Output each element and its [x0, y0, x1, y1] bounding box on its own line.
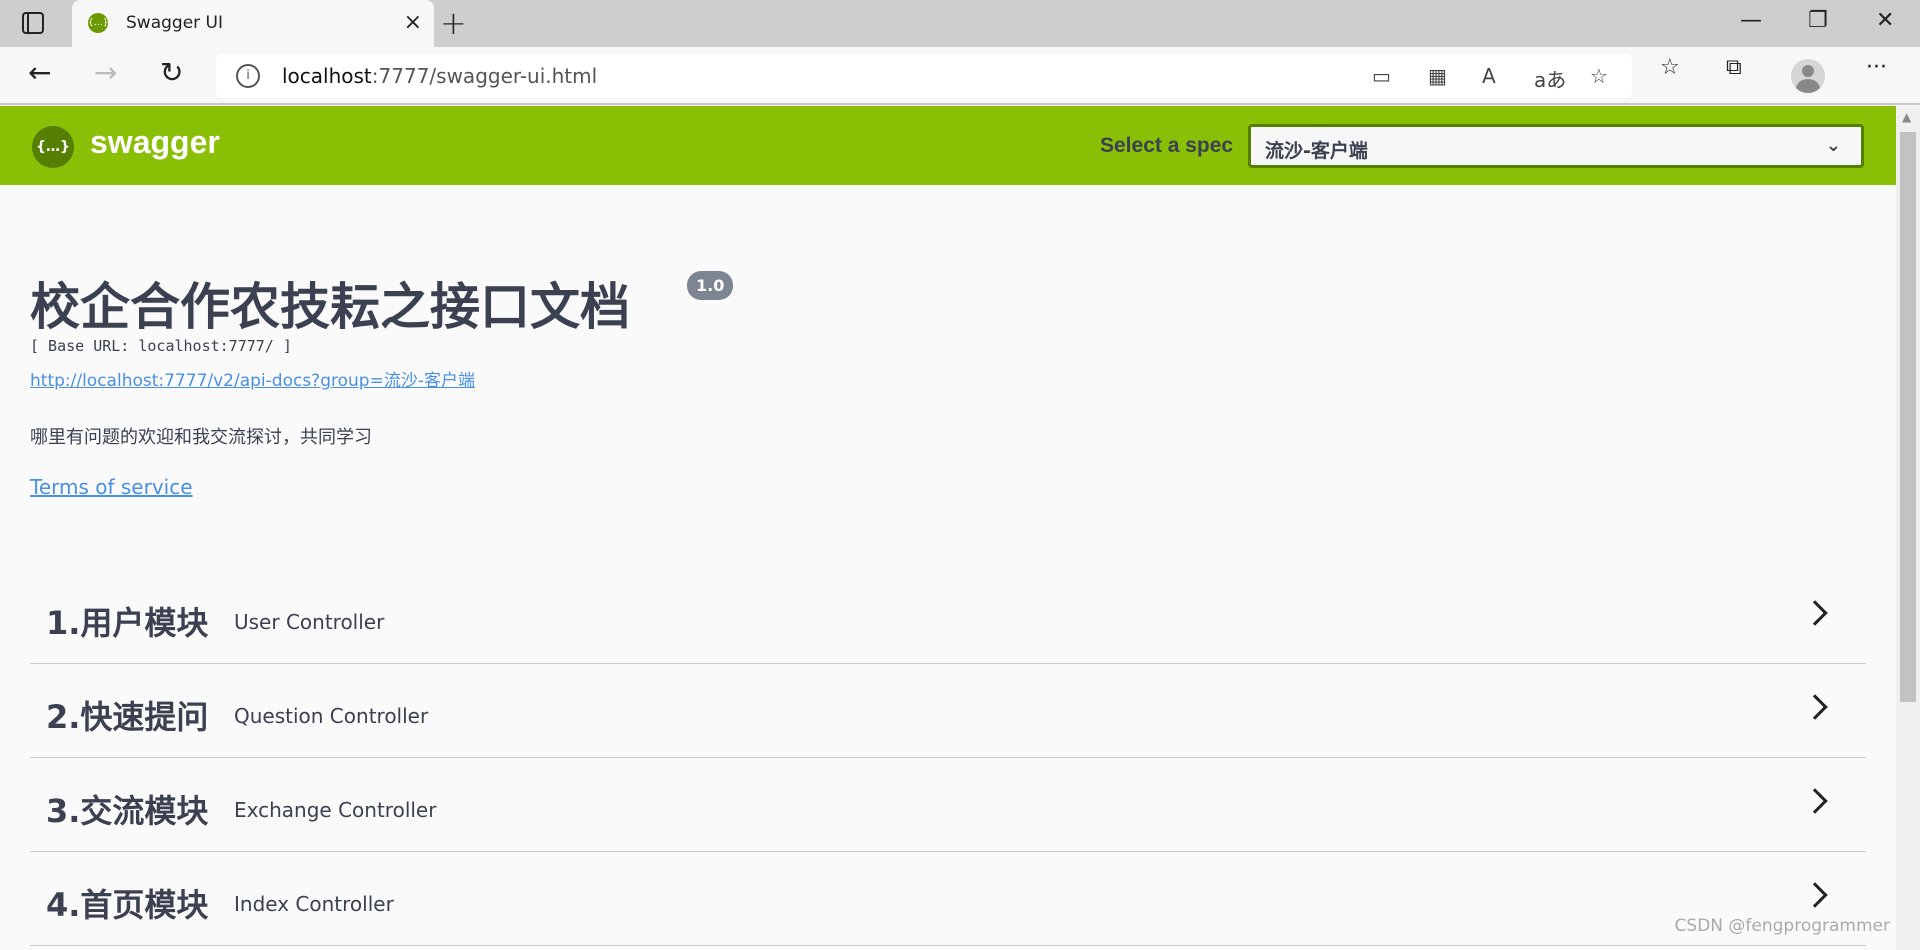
browser-tab-bar: {…} Swagger UI × + — ❐ ✕ [0, 0, 1920, 47]
tag-description: User Controller [234, 610, 385, 634]
chevron-right-icon[interactable] [1802, 882, 1828, 908]
base-url: [ Base URL: localhost:7777/ ] [30, 337, 292, 355]
chevron-right-icon[interactable] [1802, 694, 1828, 720]
tag-name: 1.用户模块 [46, 604, 209, 642]
translate-icon[interactable]: aあ [1534, 64, 1566, 93]
browser-tab[interactable]: {…} Swagger UI × [72, 0, 434, 47]
swagger-favicon-icon: {…} [88, 13, 108, 33]
select-spec-label: Select a spec [1100, 134, 1234, 157]
chevron-down-icon: ⌄ [1825, 135, 1841, 156]
version-badge: 1.0 [687, 271, 734, 300]
terms-of-service-link[interactable]: Terms of service [30, 475, 193, 499]
tag-section-question[interactable]: 2.快速提问 Question Controller [30, 664, 1866, 758]
swagger-topbar: {…} swagger Select a spec 流沙-客户端 ⌄ [0, 106, 1896, 185]
chevron-right-icon[interactable] [1802, 788, 1828, 814]
tag-description: Index Controller [234, 892, 394, 916]
site-info-icon[interactable]: i [236, 64, 260, 88]
window-close-icon[interactable]: ✕ [1876, 8, 1894, 33]
tag-name: 2.快速提问 [46, 698, 209, 736]
api-description: 哪里有问题的欢迎和我交流探讨，共同学习 [30, 427, 372, 448]
close-tab-icon[interactable]: × [404, 10, 422, 35]
tag-section-user[interactable]: 1.用户模块 User Controller [30, 570, 1866, 664]
reload-icon[interactable]: ↻ [160, 56, 183, 89]
qr-code-icon[interactable]: ▦ [1428, 64, 1447, 88]
tab-title: Swagger UI [126, 13, 224, 33]
spec-select[interactable]: 流沙-客户端 ⌄ [1248, 124, 1864, 168]
url-text: localhost:7777/swagger-ui.html [282, 64, 598, 88]
chevron-right-icon[interactable] [1802, 600, 1828, 626]
address-bar-row: ← → ↻ i localhost:7777/swagger-ui.html ▭… [0, 47, 1920, 105]
back-icon[interactable]: ← [28, 56, 51, 89]
favorites-icon[interactable]: ☆ [1660, 55, 1680, 80]
watermark: CSDN @fengprogrammer [1674, 916, 1890, 936]
app-available-icon[interactable]: ▭ [1372, 64, 1391, 88]
page-scrollbar[interactable]: ▲ [1896, 106, 1920, 950]
profile-avatar[interactable] [1791, 59, 1825, 93]
restore-icon[interactable]: ❐ [1808, 8, 1828, 33]
tag-description: Exchange Controller [234, 798, 437, 822]
minimize-icon[interactable]: — [1740, 8, 1762, 33]
tag-name: 4.首页模块 [46, 886, 209, 924]
address-input[interactable]: i localhost:7777/swagger-ui.html ▭ ▦ A a… [216, 54, 1632, 98]
tag-description: Question Controller [234, 704, 429, 728]
tab-actions-icon[interactable] [22, 12, 44, 34]
collections-icon[interactable]: ⧉ [1726, 55, 1742, 80]
tag-name: 3.交流模块 [46, 792, 209, 830]
read-aloud-icon[interactable]: A [1482, 64, 1496, 88]
tag-section-exchange[interactable]: 3.交流模块 Exchange Controller [30, 758, 1866, 852]
scroll-up-icon[interactable]: ▲ [1902, 110, 1911, 124]
scrollbar-thumb[interactable] [1900, 132, 1916, 702]
more-menu-icon[interactable]: ··· [1866, 55, 1887, 80]
swagger-brand[interactable]: swagger [90, 124, 220, 161]
add-favorite-icon[interactable]: ☆ [1590, 64, 1608, 88]
tag-section-index[interactable]: 4.首页模块 Index Controller [30, 852, 1866, 946]
spec-select-value: 流沙-客户端 [1265, 140, 1368, 162]
page-title: 校企合作农技耘之接口文档 [30, 278, 630, 336]
forward-icon[interactable]: → [94, 56, 117, 89]
api-docs-link[interactable]: http://localhost:7777/v2/api-docs?group=… [30, 366, 475, 391]
swagger-logo-icon: {…} [32, 126, 74, 168]
new-tab-icon[interactable]: + [440, 4, 467, 42]
